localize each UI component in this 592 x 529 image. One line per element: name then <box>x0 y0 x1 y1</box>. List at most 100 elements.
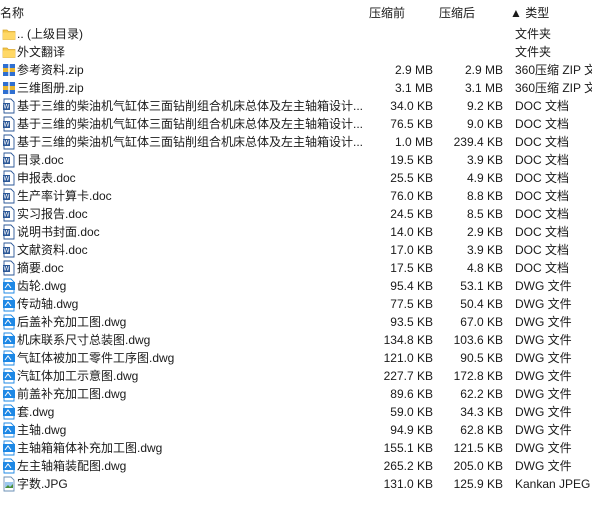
file-row[interactable]: 后盖补充加工图.dwg 93.5 KB 67.0 KB DWG 文件 <box>0 313 592 331</box>
doc-icon-graphic: W <box>3 116 15 132</box>
column-header-name[interactable]: 名称 <box>0 4 24 21</box>
file-size: 89.6 KB <box>390 387 433 401</box>
file-name: 三维图册.zip <box>17 81 84 95</box>
file-row[interactable]: 套.dwg 59.0 KB 34.3 KB DWG 文件 <box>0 403 592 421</box>
folder-icon-graphic <box>2 47 16 58</box>
file-size: 76.5 KB <box>390 117 433 131</box>
file-row[interactable]: 外文翻译 文件夹 <box>0 43 592 61</box>
file-type: DWG 文件 <box>515 279 572 293</box>
file-row[interactable]: 左主轴箱装配图.dwg 265.2 KB 205.0 KB DWG 文件 <box>0 457 592 475</box>
file-size: 131.0 KB <box>383 477 433 491</box>
column-header-type[interactable]: ▲ 类型 <box>510 4 549 21</box>
file-name: 参考资料.zip <box>17 63 84 77</box>
file-row[interactable]: W 基于三维的柴油机气缸体三面钻削组合机床总体及左主轴箱设计... 34.0 KB 9… <box>0 97 592 115</box>
doc-icon: W <box>2 206 16 222</box>
doc-icon: W <box>2 98 16 114</box>
file-packed-size: 205.0 KB <box>453 459 503 473</box>
file-name: 传动轴.dwg <box>17 297 79 311</box>
file-packed-size: 172.8 KB <box>453 369 503 383</box>
file-packed-size: 90.5 KB <box>460 351 503 365</box>
zip-icon <box>2 80 16 96</box>
file-type: 360压缩 ZIP 文 <box>515 81 592 95</box>
file-row[interactable]: W 生产率计算卡.doc 76.0 KB 8.8 KB DOC 文档 <box>0 187 592 205</box>
dwg-icon-graphic <box>3 458 15 474</box>
file-row[interactable]: 主轴箱箱体补充加工图.dwg 155.1 KB 121.5 KB DWG 文件 <box>0 439 592 457</box>
file-size: 17.0 KB <box>390 243 433 257</box>
file-packed-size: 239.4 KB <box>453 135 503 149</box>
file-name: 基于三维的柴油机气缸体三面钻削组合机床总体及左主轴箱设计... <box>17 117 364 131</box>
file-row[interactable]: 字数.JPG 131.0 KB 125.9 KB Kankan JPEG <box>0 475 592 493</box>
svg-text:W: W <box>4 248 10 255</box>
file-name: 前盖补充加工图.dwg <box>17 387 127 401</box>
doc-icon-graphic: W <box>3 170 15 186</box>
svg-text:W: W <box>4 212 10 219</box>
file-row[interactable]: 气缸体被加工零件工序图.dwg 121.0 KB 90.5 KB DWG 文件 <box>0 349 592 367</box>
file-row[interactable]: 参考资料.zip 2.9 MB 2.9 MB 360压缩 ZIP 文 <box>0 61 592 79</box>
file-name: 套.dwg <box>17 405 55 419</box>
file-name: 说明书封面.doc <box>17 225 100 239</box>
file-packed-size: 9.2 KB <box>466 99 503 113</box>
dwg-icon <box>2 332 16 348</box>
file-packed-size: 121.5 KB <box>453 441 503 455</box>
file-size: 76.0 KB <box>390 189 433 203</box>
file-row[interactable]: W 说明书封面.doc 14.0 KB 2.9 KB DOC 文档 <box>0 223 592 241</box>
doc-icon: W <box>2 134 16 150</box>
file-row[interactable]: W 基于三维的柴油机气缸体三面钻削组合机床总体及左主轴箱设计... 76.5 KB 9… <box>0 115 592 133</box>
file-name: 主轴箱箱体补充加工图.dwg <box>17 441 163 455</box>
file-type: DOC 文档 <box>515 99 570 113</box>
dwg-icon <box>2 314 16 330</box>
dwg-icon-graphic <box>3 350 15 366</box>
dwg-icon-graphic <box>3 296 15 312</box>
file-packed-size: 67.0 KB <box>460 315 503 329</box>
file-type: DOC 文档 <box>515 207 570 221</box>
file-row[interactable]: W 基于三维的柴油机气缸体三面钻削组合机床总体及左主轴箱设计... 1.0 MB 23… <box>0 133 592 151</box>
file-row[interactable]: 齿轮.dwg 95.4 KB 53.1 KB DWG 文件 <box>0 277 592 295</box>
file-type: DOC 文档 <box>515 189 570 203</box>
file-name: 气缸体被加工零件工序图.dwg <box>17 351 175 365</box>
dwg-icon-graphic <box>3 332 15 348</box>
file-type: DWG 文件 <box>515 387 572 401</box>
file-packed-size: 62.8 KB <box>460 423 503 437</box>
file-row[interactable]: 三维图册.zip 3.1 MB 3.1 MB 360压缩 ZIP 文 <box>0 79 592 97</box>
file-row[interactable]: W 摘要.doc 17.5 KB 4.8 KB DOC 文档 <box>0 259 592 277</box>
file-type: DWG 文件 <box>515 351 572 365</box>
file-packed-size: 9.0 KB <box>466 117 503 131</box>
svg-text:W: W <box>4 230 10 237</box>
file-size: 19.5 KB <box>390 153 433 167</box>
doc-icon-graphic: W <box>3 134 15 150</box>
file-row[interactable]: 传动轴.dwg 77.5 KB 50.4 KB DWG 文件 <box>0 295 592 313</box>
file-name: 字数.JPG <box>17 477 68 491</box>
zip-icon-graphic <box>3 82 15 94</box>
file-row[interactable]: 前盖补充加工图.dwg 89.6 KB 62.2 KB DWG 文件 <box>0 385 592 403</box>
file-row[interactable]: W 实习报告.doc 24.5 KB 8.5 KB DOC 文档 <box>0 205 592 223</box>
column-header-size[interactable]: 压缩前 <box>369 4 405 21</box>
file-size: 1.0 MB <box>394 135 433 149</box>
file-row[interactable]: 主轴.dwg 94.9 KB 62.8 KB DWG 文件 <box>0 421 592 439</box>
dwg-icon <box>2 440 16 456</box>
file-size: 34.0 KB <box>390 99 433 113</box>
folder-icon <box>2 44 16 60</box>
file-row[interactable]: 汽缸体加工示意图.dwg 227.7 KB 172.8 KB DWG 文件 <box>0 367 592 385</box>
doc-icon-graphic: W <box>3 224 15 240</box>
file-row[interactable]: W 目录.doc 19.5 KB 3.9 KB DOC 文档 <box>0 151 592 169</box>
dwg-icon <box>2 350 16 366</box>
file-row[interactable]: 机床联系尺寸总装图.dwg 134.8 KB 103.6 KB DWG 文件 <box>0 331 592 349</box>
column-header-packed[interactable]: 压缩后 <box>439 4 475 21</box>
file-packed-size: 2.9 KB <box>466 225 503 239</box>
doc-icon: W <box>2 188 16 204</box>
file-packed-size: 3.1 MB <box>464 81 503 95</box>
file-type: DWG 文件 <box>515 405 572 419</box>
file-name: 基于三维的柴油机气缸体三面钻削组合机床总体及左主轴箱设计... <box>17 135 364 149</box>
dwg-icon-graphic <box>3 278 15 294</box>
dwg-icon <box>2 296 16 312</box>
doc-icon-graphic: W <box>3 188 15 204</box>
file-row[interactable]: .. (上级目录) 文件夹 <box>0 25 592 43</box>
file-packed-size: 50.4 KB <box>460 297 503 311</box>
file-type: 文件夹 <box>515 27 552 41</box>
file-row[interactable]: W 申报表.doc 25.5 KB 4.9 KB DOC 文档 <box>0 169 592 187</box>
svg-text:W: W <box>4 104 10 111</box>
file-row[interactable]: W 文献资料.doc 17.0 KB 3.9 KB DOC 文档 <box>0 241 592 259</box>
file-name: 实习报告.doc <box>17 207 88 221</box>
file-type: DOC 文档 <box>515 153 570 167</box>
dwg-icon <box>2 386 16 402</box>
